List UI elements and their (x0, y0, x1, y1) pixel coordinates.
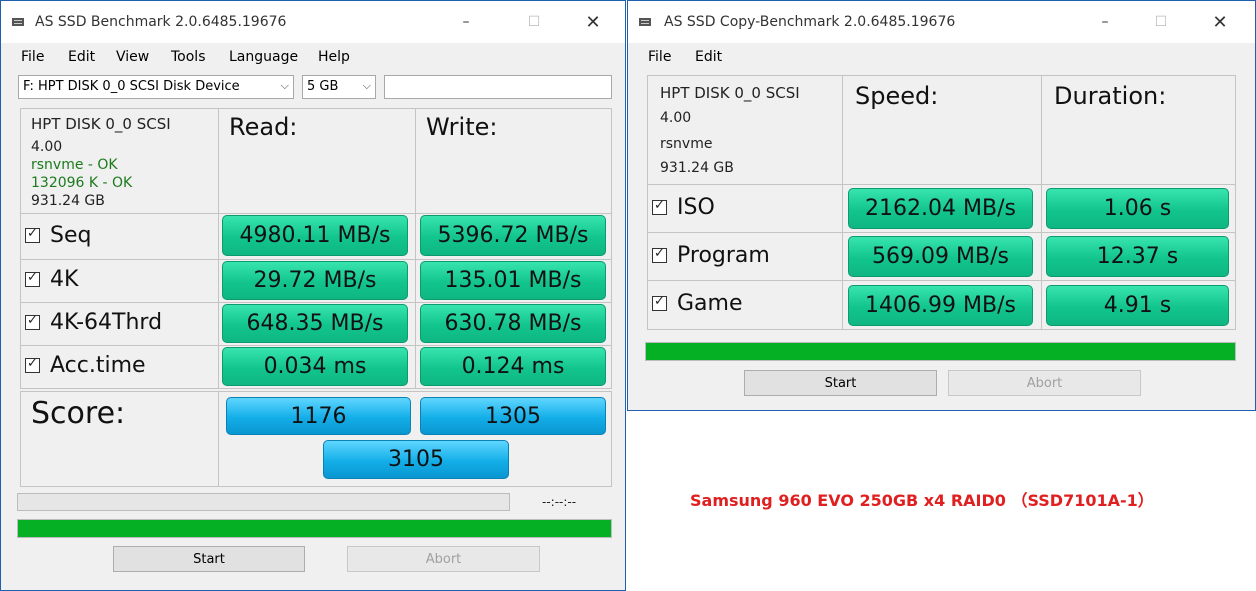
checkbox-icon (652, 198, 667, 215)
4k-write-value: 135.01 MB/s (420, 261, 606, 300)
score-label-cell: Score: (20, 391, 219, 487)
abort-button[interactable]: Abort (347, 546, 540, 572)
checkbox-icon (652, 294, 667, 311)
drive-name: HPT DISK 0_0 SCSI (31, 115, 171, 133)
iso-label: ISO (677, 195, 715, 220)
benchmark-window: AS SSD Benchmark 2.0.6485.19676 – ☐ ✕ Fi… (0, 0, 626, 591)
read-header-cell: Read: (218, 108, 416, 214)
driver-status: rsnvme - OK (31, 157, 118, 173)
checkbox-icon (25, 226, 40, 243)
speed-header-cell: Speed: (842, 75, 1042, 185)
iso-checkbox[interactable]: ISO (652, 195, 715, 220)
game-checkbox[interactable]: Game (652, 291, 743, 316)
menu-file[interactable]: File (648, 49, 671, 65)
chevron-down-icon: ⌵ (362, 79, 371, 92)
menu-view[interactable]: View (116, 49, 149, 65)
app-icon (12, 18, 24, 26)
drive-select[interactable]: F: HPT DISK 0_0 SCSI Disk Device ⌵ (18, 75, 294, 99)
acctime-label: Acc.time (50, 353, 146, 378)
menu-bar: File Edit (628, 43, 1255, 71)
start-button[interactable]: Start (744, 370, 937, 396)
seq-label: Seq (50, 223, 92, 248)
label-input[interactable] (384, 75, 612, 99)
4k-read-value: 29.72 MB/s (222, 261, 408, 300)
menu-language[interactable]: Language (229, 49, 298, 65)
duration-header-cell: Duration: (1041, 75, 1236, 185)
size-select[interactable]: 5 GB ⌵ (302, 75, 376, 99)
window-title: AS SSD Copy-Benchmark 2.0.6485.19676 (664, 14, 956, 30)
copy-progress-bar (645, 342, 1236, 361)
window-title: AS SSD Benchmark 2.0.6485.19676 (35, 14, 287, 30)
game-label: Game (677, 291, 743, 316)
menu-edit[interactable]: Edit (695, 49, 722, 65)
4k64-checkbox[interactable]: 4K-64Thrd (25, 310, 162, 335)
checkbox-icon (25, 313, 40, 330)
drive-capacity: 931.24 GB (31, 193, 105, 209)
game-duration-value: 4.91 s (1046, 285, 1229, 326)
iso-speed-value: 2162.04 MB/s (848, 188, 1033, 229)
game-speed-value: 1406.99 MB/s (848, 285, 1033, 326)
total-progress-bar (17, 519, 612, 538)
write-header-cell: Write: (415, 108, 612, 214)
seq-read-value: 4980.11 MB/s (222, 215, 408, 256)
drive-config-caption: Samsung 960 EVO 250GB x4 RAID0 （SSD7101A… (690, 491, 1154, 510)
acctime-write-value: 0.124 ms (420, 347, 606, 386)
program-duration-value: 12.37 s (1046, 236, 1229, 277)
acctime-checkbox[interactable]: Acc.time (25, 353, 146, 378)
drive-capacity: 931.24 GB (660, 160, 734, 176)
read-score: 1176 (226, 397, 411, 435)
program-speed-value: 569.09 MB/s (848, 236, 1033, 277)
minimize-button[interactable]: – (1082, 1, 1128, 43)
menu-help[interactable]: Help (318, 49, 350, 65)
4k64-read-value: 648.35 MB/s (222, 304, 408, 343)
menu-edit[interactable]: Edit (68, 49, 95, 65)
4k64-label: 4K-64Thrd (50, 310, 163, 335)
checkbox-icon (25, 356, 40, 373)
acctime-read-value: 0.034 ms (222, 347, 408, 386)
size-select-value: 5 GB (307, 79, 339, 94)
drive-info-panel: HPT DISK 0_0 SCSI 4.00 rsnvme 931.24 GB (647, 75, 843, 185)
copy-benchmark-window: AS SSD Copy-Benchmark 2.0.6485.19676 – ☐… (627, 0, 1256, 411)
speed-header: Speed: (855, 82, 939, 110)
abort-button[interactable]: Abort (948, 370, 1141, 396)
title-bar[interactable]: AS SSD Benchmark 2.0.6485.19676 – ☐ ✕ (1, 1, 625, 43)
chevron-down-icon: ⌵ (280, 79, 289, 92)
start-button[interactable]: Start (113, 546, 305, 572)
firmware-version: 4.00 (31, 139, 63, 155)
menu-bar: File Edit View Tools Language Help (1, 43, 625, 71)
program-checkbox[interactable]: Program (652, 243, 770, 268)
drive-name: HPT DISK 0_0 SCSI (660, 84, 800, 102)
maximize-button[interactable]: ☐ (511, 1, 557, 43)
checkbox-icon (652, 246, 667, 263)
4k-checkbox[interactable]: 4K (25, 267, 78, 292)
title-bar[interactable]: AS SSD Copy-Benchmark 2.0.6485.19676 – ☐… (628, 1, 1255, 43)
4k-label: 4K (50, 267, 79, 292)
close-button[interactable]: ✕ (570, 1, 616, 43)
drive-info-panel: HPT DISK 0_0 SCSI 4.00 rsnvme - OK 13209… (20, 108, 219, 214)
4k64-write-value: 630.78 MB/s (420, 304, 606, 343)
elapsed-time: --:--:-- (542, 495, 577, 509)
total-score: 3105 (323, 440, 509, 479)
iso-duration-value: 1.06 s (1046, 188, 1229, 229)
app-icon (639, 18, 651, 26)
checkbox-icon (25, 270, 40, 287)
write-score: 1305 (420, 397, 606, 435)
driver-name: rsnvme (660, 136, 713, 152)
program-label: Program (677, 243, 770, 268)
seq-write-value: 5396.72 MB/s (420, 215, 606, 256)
menu-file[interactable]: File (21, 49, 44, 65)
alignment-status: 132096 K - OK (31, 175, 133, 191)
read-header: Read: (229, 113, 298, 141)
seq-checkbox[interactable]: Seq (25, 223, 91, 248)
write-header: Write: (426, 113, 498, 141)
drive-select-value: F: HPT DISK 0_0 SCSI Disk Device (23, 79, 240, 94)
duration-header: Duration: (1054, 82, 1167, 110)
score-label: Score: (31, 396, 126, 431)
maximize-button[interactable]: ☐ (1138, 1, 1184, 43)
close-button[interactable]: ✕ (1197, 1, 1243, 43)
firmware-version: 4.00 (660, 110, 692, 126)
menu-tools[interactable]: Tools (171, 49, 206, 65)
test-progress-bar (17, 493, 510, 511)
minimize-button[interactable]: – (443, 1, 489, 43)
